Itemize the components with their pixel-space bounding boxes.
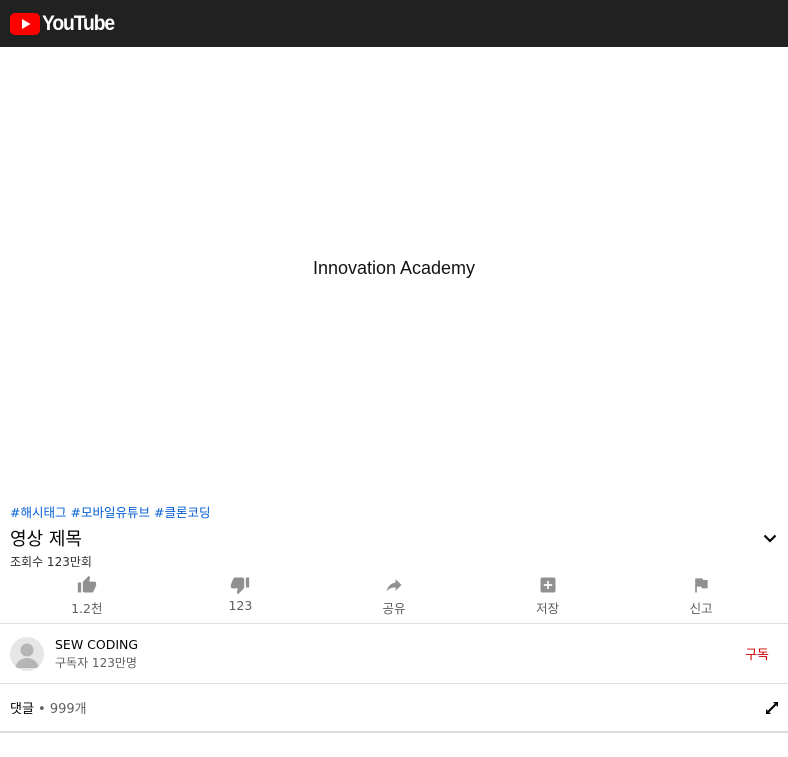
flag-icon — [695, 578, 708, 593]
subscribe-button[interactable]: 구독 — [745, 644, 769, 663]
hashtag-link[interactable]: #해시태그 — [10, 502, 66, 521]
thumbs-down-icon — [231, 577, 250, 595]
youtube-play-icon — [10, 12, 40, 35]
share-label: 공유 — [382, 601, 406, 616]
youtube-logo[interactable]: YouTube — [10, 12, 120, 36]
comments-row[interactable]: 댓글 • 999개 — [0, 683, 788, 733]
save-label: 저장 — [536, 601, 560, 616]
action-bar: 1.2천 123 공유 저장 신고 — [10, 575, 778, 623]
title-row: 영상 제목 — [10, 526, 778, 550]
hashtag-link[interactable]: #클론코딩 — [154, 502, 210, 521]
dislike-count: 123 — [228, 598, 253, 613]
subscriber-count: 구독자 123만명 — [55, 655, 137, 670]
player-title: Innovation Academy — [312, 257, 476, 278]
comments-header: 댓글 • 999개 — [10, 698, 87, 717]
hashtag-link[interactable]: #모바일유튜브 — [70, 502, 149, 521]
report-label: 신고 — [689, 601, 713, 616]
dislike-button[interactable]: 123 — [164, 575, 318, 623]
share-button[interactable]: 공유 — [317, 575, 471, 623]
hashtag-list: #해시태그 #모바일유튜브 #클론코딩 — [10, 502, 778, 520]
like-count: 1.2천 — [71, 601, 103, 616]
avatar[interactable] — [10, 636, 44, 671]
video-title: 영상 제목 — [10, 529, 82, 550]
logo-text: YouTube — [42, 11, 115, 35]
expand-description-button[interactable] — [758, 526, 782, 550]
thumbs-up-icon — [77, 575, 96, 593]
channel-row: SEW CODING 구독자 123만명 구독 — [0, 623, 788, 683]
share-icon — [386, 579, 402, 592]
video-player[interactable]: Innovation Academy — [0, 47, 788, 497]
expand-arrows-icon[interactable] — [764, 700, 780, 716]
channel-meta: SEW CODING 구독자 123만명 — [55, 637, 745, 671]
add-to-playlist-icon — [540, 577, 556, 593]
save-button[interactable]: 저장 — [471, 575, 625, 623]
comments-count: 999개 — [49, 702, 87, 717]
user-avatar-icon — [15, 643, 39, 668]
comments-separator: • — [33, 702, 50, 717]
report-button[interactable]: 신고 — [624, 575, 778, 623]
video-info: #해시태그 #모바일유튜브 #클론코딩 영상 제목 조회수 123만회 1.2천… — [0, 497, 788, 623]
chevron-down-icon — [763, 534, 777, 543]
like-button[interactable]: 1.2천 — [10, 575, 164, 623]
view-count: 조회수 123만회 — [10, 555, 92, 569]
channel-name[interactable]: SEW CODING — [55, 637, 745, 652]
comments-label: 댓글 — [10, 702, 34, 717]
top-bar: YouTube — [0, 0, 788, 47]
